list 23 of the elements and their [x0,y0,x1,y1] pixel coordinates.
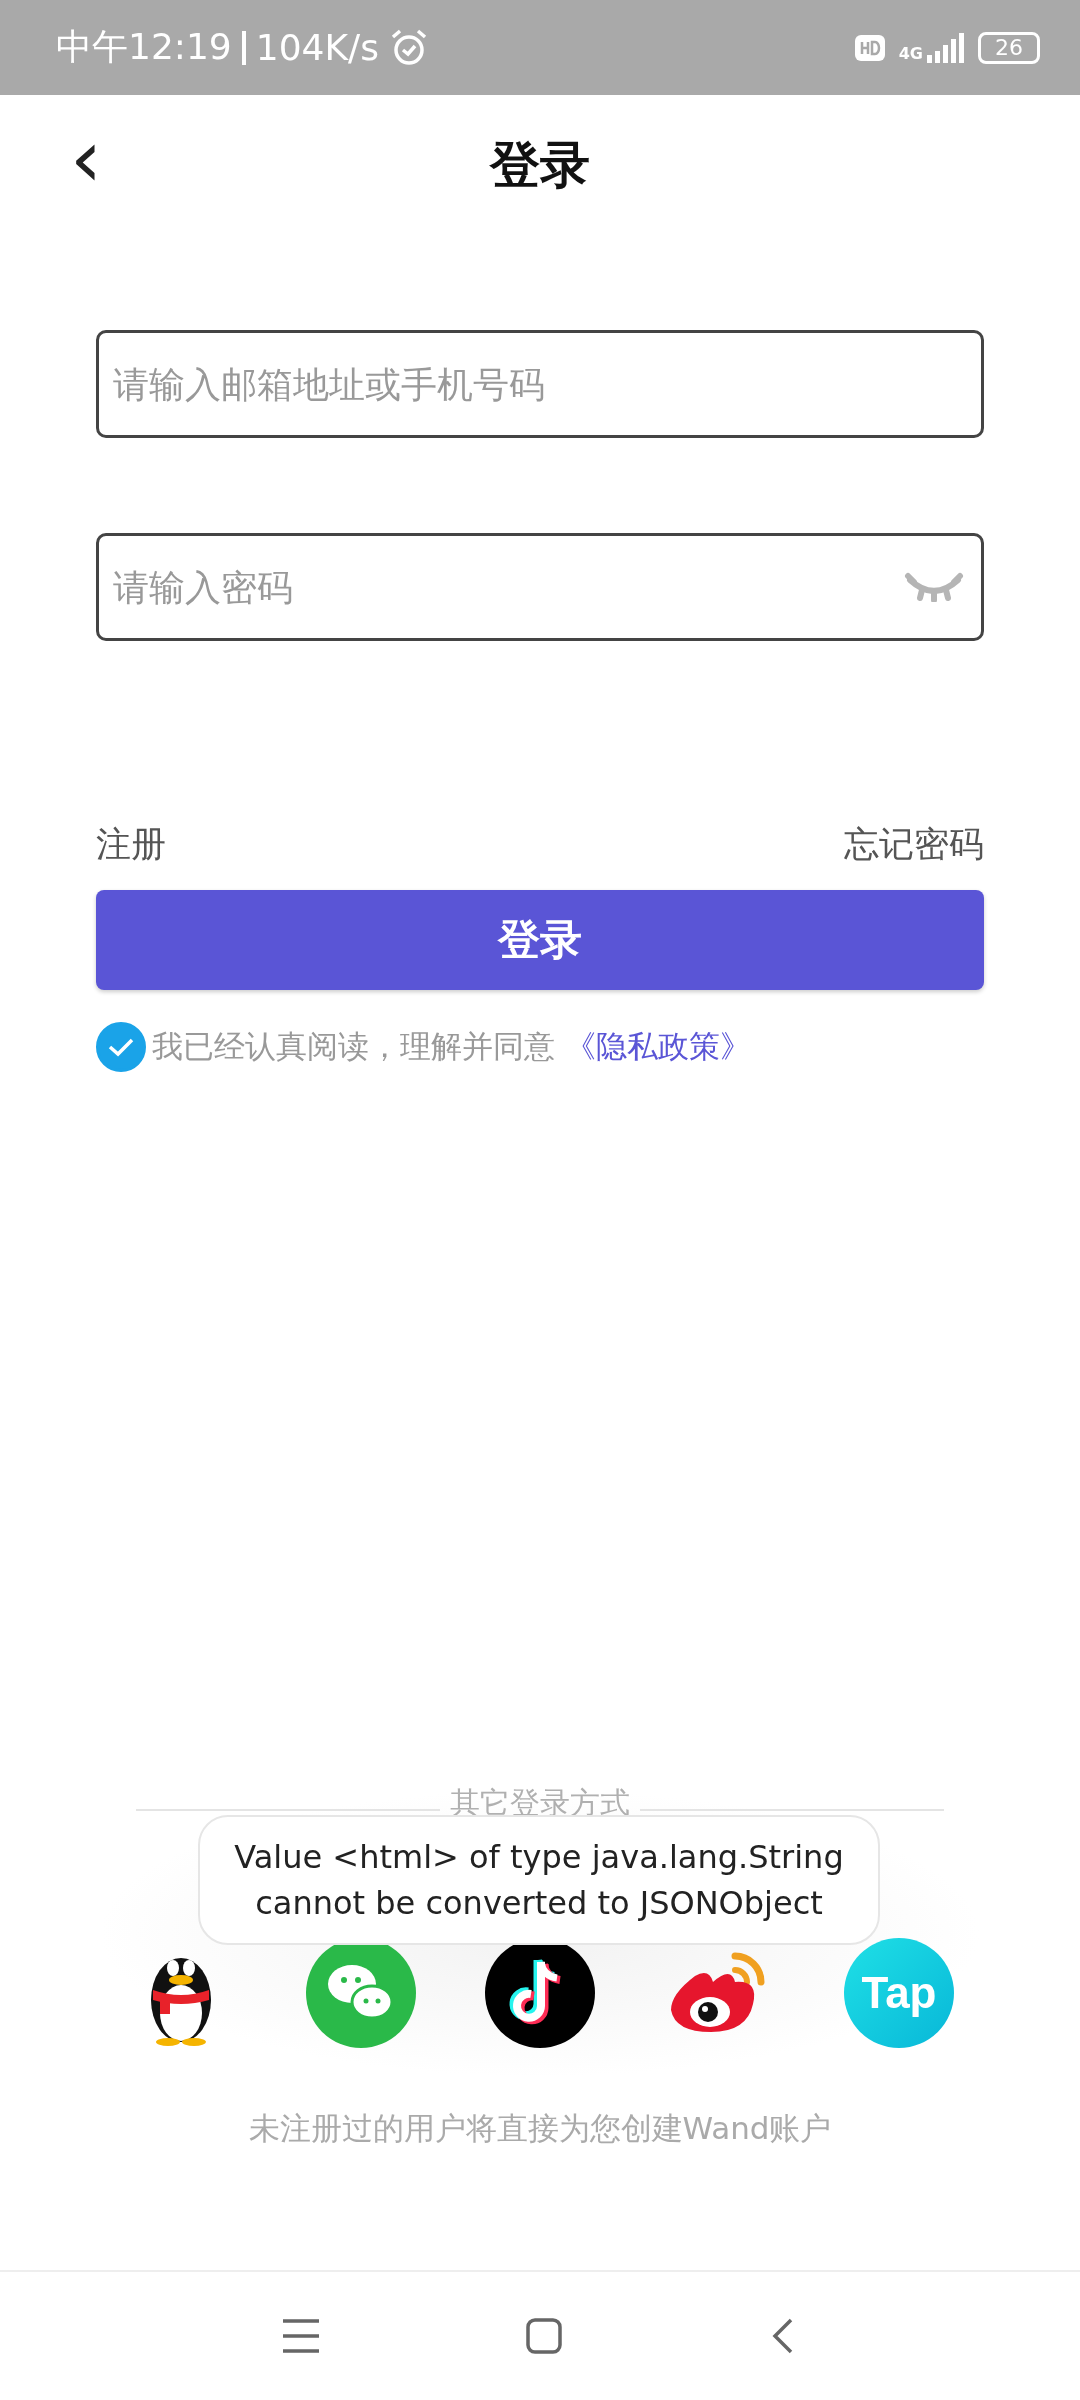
password-field[interactable]: 请输入密码 [96,533,984,641]
toast-text: cannot be converted to JSONObject [255,1884,823,1922]
toast-text: Value <html> of type java.lang.String [234,1838,844,1876]
privacy-policy-link[interactable]: 《隐私政策》 [564,1028,751,1064]
signup-note: 未注册过的用户将直接为您创建Wand账户 [247,2109,833,2148]
clock-time: 中午12:19 [56,25,232,69]
register-link[interactable]: 注册 [96,821,166,868]
login-button[interactable]: 登录 [96,890,984,990]
account-field[interactable]: 请输入邮箱地址或手机号码 [96,330,984,438]
back-button[interactable]: ‹ [60,119,112,199]
agree-checkbox[interactable] [96,1022,146,1072]
agreement-text: 我已经认真阅读，理解并同意 《隐私政策》 [152,1027,751,1066]
network-speed: 104K/s [255,27,379,68]
home-square-icon[interactable] [526,2318,562,2354]
network-type: 4G [898,43,923,63]
menu-icon[interactable] [283,2318,320,2354]
page-title: 登录 [490,134,590,196]
forgot-password-link[interactable]: 忘记密码 [844,821,984,868]
battery-level: 26 [978,31,1040,64]
divider-bar [241,30,246,65]
checkmark-icon [107,1036,135,1058]
signal-icon [927,32,964,63]
hd-icon [854,34,885,61]
